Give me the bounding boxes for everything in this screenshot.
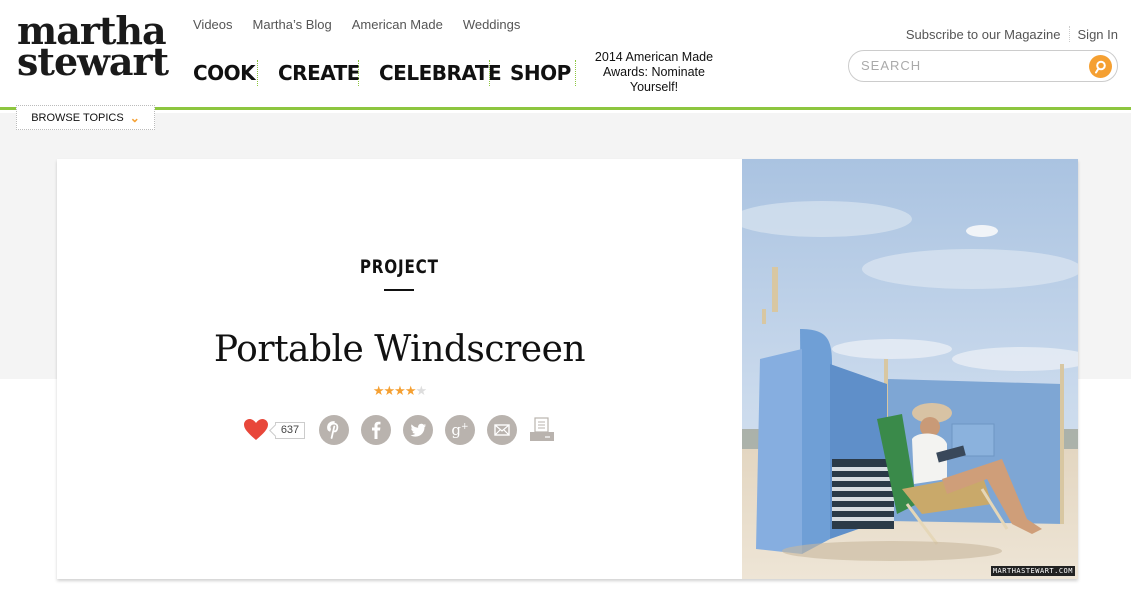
logo-line-2: stewart [17, 39, 169, 84]
google-plus-share-button[interactable]: g+ [445, 415, 475, 445]
subscribe-link[interactable]: Subscribe to our Magazine [906, 27, 1061, 42]
twitter-share-button[interactable] [403, 415, 433, 445]
nav-cook-wrap: COOK [193, 61, 257, 85]
article-title: Portable Windscreen [213, 329, 586, 370]
search-button[interactable] [1089, 55, 1112, 78]
search-icon [1095, 60, 1106, 73]
star-filled-icon[interactable]: ★ [384, 383, 396, 398]
promo-link[interactable]: 2014 American Made Awards: Nominate Your… [584, 50, 724, 95]
nav-celebrate[interactable]: CELEBRATE [379, 61, 502, 85]
facebook-icon [372, 421, 381, 439]
primary-nav: COOK CREATE CELEBRATE SHOP 2014 American… [193, 50, 724, 95]
nav-american-made[interactable]: American Made [352, 17, 443, 32]
star-empty-icon[interactable]: ★ [415, 383, 427, 398]
pinterest-icon [327, 421, 339, 439]
kicker-rule [384, 289, 414, 291]
like-count: 637 [275, 421, 305, 439]
twitter-icon [410, 423, 426, 437]
nav-divider [575, 59, 576, 86]
facebook-share-button[interactable] [361, 415, 391, 445]
nav-create-wrap: CREATE [258, 61, 360, 85]
site-logo[interactable]: martha stewart [17, 12, 169, 84]
star-filled-icon[interactable]: ★ [394, 383, 406, 398]
pinterest-share-button[interactable] [319, 415, 349, 445]
nav-cook[interactable]: COOK [193, 61, 256, 85]
google-plus-icon: g+ [451, 421, 469, 439]
star-filled-icon[interactable]: ★ [373, 383, 385, 398]
nav-shop[interactable]: SHOP [510, 61, 571, 85]
browse-topics-label: BROWSE TOPICS [31, 111, 124, 124]
photo-watermark: MARTHASTEWART.COM [990, 566, 1075, 576]
nav-videos[interactable]: Videos [193, 17, 233, 32]
chevron-down-icon: ⌄ [129, 110, 140, 125]
article-header: PROJECT Portable Windscreen ★★★★★ 637 g+ [57, 159, 742, 579]
article-hero-image: MARTHASTEWART.COM [742, 159, 1078, 579]
browse-topics-button[interactable]: BROWSE TOPICS ⌄ [16, 105, 155, 130]
account-links: Subscribe to our Magazine Sign In [906, 26, 1118, 42]
share-bar: 637 g+ [243, 415, 555, 445]
heart-icon[interactable] [243, 418, 269, 442]
nav-weddings[interactable]: Weddings [463, 17, 521, 32]
article-hero-card: PROJECT Portable Windscreen ★★★★★ 637 g+… [57, 159, 1078, 579]
like-count-text: 637 [280, 424, 300, 436]
email-share-button[interactable] [487, 415, 517, 445]
nav-create[interactable]: CREATE [278, 61, 360, 85]
content-type-label: PROJECT [57, 256, 742, 278]
nav-marthas-blog[interactable]: Martha’s Blog [253, 17, 332, 32]
search-input[interactable] [861, 58, 1081, 73]
divider [1068, 26, 1070, 42]
search-box [848, 50, 1118, 82]
email-icon [494, 424, 510, 436]
nav-shop-wrap: SHOP [490, 61, 575, 85]
star-filled-icon[interactable]: ★ [405, 383, 417, 398]
content-type-text: PROJECT [360, 256, 439, 278]
sign-in-link[interactable]: Sign In [1078, 27, 1118, 42]
print-icon[interactable] [529, 417, 555, 443]
beach-windscreen-photo [742, 159, 1078, 579]
page: martha stewart Videos Martha’s Blog Amer… [0, 0, 1131, 592]
nav-celebrate-wrap: CELEBRATE [359, 61, 502, 85]
site-header: martha stewart Videos Martha’s Blog Amer… [0, 0, 1131, 110]
secondary-nav: Videos Martha’s Blog American Made Weddi… [193, 17, 540, 32]
star-rating[interactable]: ★★★★★ [57, 383, 742, 399]
